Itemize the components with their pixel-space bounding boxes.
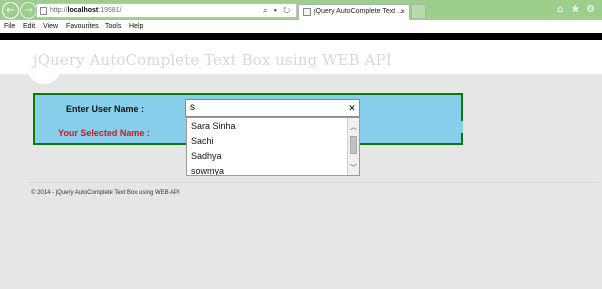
back-arrow-icon[interactable]: ←: [2, 2, 19, 19]
header-bar: [0, 33, 602, 40]
menu-view[interactable]: View: [43, 20, 58, 34]
tab-title: jQuery AutoComplete Text ...: [314, 8, 403, 15]
user-name-label: Enter User Name :: [66, 104, 145, 114]
menu-help[interactable]: Help: [129, 20, 143, 34]
menu-favourites[interactable]: Favourites: [66, 20, 99, 34]
clear-icon[interactable]: ✕: [346, 99, 358, 117]
address-actions[interactable]: ⌕ ▾ ↻: [263, 4, 292, 17]
page-icon: [40, 7, 47, 15]
autocomplete-dropdown[interactable]: Sara Sinha Sachi Sadhya sowmya ︿ ﹀: [186, 117, 360, 176]
menu-tools[interactable]: Tools: [105, 20, 121, 34]
star-icon[interactable]: ★: [571, 4, 580, 16]
form-edge: [461, 121, 463, 133]
tab-favicon-icon: [303, 8, 311, 16]
selected-name-label: Your Selected Name :: [58, 128, 150, 138]
menu-file[interactable]: File: [4, 20, 15, 34]
footer-divider: [30, 182, 598, 183]
home-icon[interactable]: ⌂: [557, 4, 563, 16]
dropdown-scrollbar[interactable]: ︿ ﹀: [347, 118, 359, 175]
menu-edit[interactable]: Edit: [23, 20, 35, 34]
menu-bar: File Edit View Favourites Tools Help: [0, 20, 602, 34]
suggestion-item[interactable]: Sadhya: [191, 151, 222, 161]
tab-close-icon[interactable]: ×: [400, 5, 405, 19]
suggestion-item[interactable]: Sara Sinha: [191, 121, 236, 131]
gear-icon[interactable]: ⚙: [586, 4, 595, 16]
url-text: http://localhost:19581/: [50, 7, 122, 14]
tab-jquery-autocomplete[interactable]: jQuery AutoComplete Text ... ×: [298, 4, 410, 20]
scroll-up-icon[interactable]: ︿: [348, 122, 359, 132]
suggestion-item[interactable]: sowmya: [191, 166, 224, 175]
browser-toolbar: ← → http://localhost:19581/ ⌕ ▾ ↻ jQuery…: [0, 0, 602, 20]
scroll-thumb[interactable]: [350, 136, 357, 154]
new-tab-button[interactable]: [411, 4, 426, 19]
scroll-down-icon[interactable]: ﹀: [348, 163, 359, 173]
footer-text: © 2014 - jQuery AutoComplete Text Box us…: [31, 190, 180, 196]
user-name-input[interactable]: s: [185, 99, 360, 117]
address-bar[interactable]: http://localhost:19581/ ⌕ ▾ ↻: [36, 3, 297, 18]
suggestion-item[interactable]: Sachi: [191, 136, 214, 146]
forward-arrow-icon[interactable]: →: [20, 2, 37, 19]
page-title: jQuery AutoComplete Text Box using WEB A…: [33, 51, 392, 69]
